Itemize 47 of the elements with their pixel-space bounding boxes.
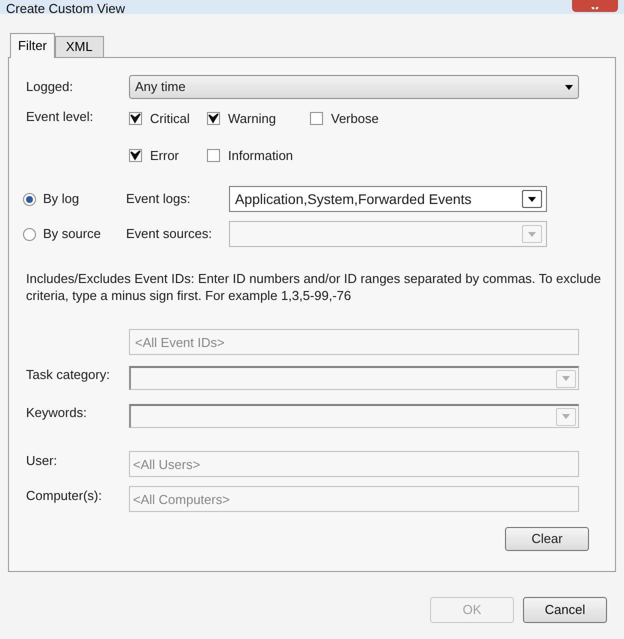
clear-button[interactable]: Clear [505, 527, 589, 551]
event-ids-description: Includes/Excludes Event IDs: Enter ID numbers and/or ID ranges separated by commas. To exclude criteria, type a minus sign first. For example 1,3,5-99,-76 [26, 270, 602, 304]
checkbox-label: Error [150, 146, 179, 164]
checkbox[interactable] [310, 112, 323, 126]
checkbox-label: Critical [150, 110, 190, 128]
checkbox-label: Verbose [331, 110, 379, 128]
caret-icon [528, 232, 536, 236]
window-title: Create Custom View [5, 1, 125, 14]
dropdown-field[interactable] [129, 366, 579, 390]
radio-button[interactable] [23, 192, 36, 206]
caret-icon [562, 414, 570, 419]
field-label: Logged: [26, 78, 74, 96]
check-icon [130, 113, 141, 124]
log-select-field[interactable]: Application,System,Forwarded Events [229, 186, 547, 212]
dialog-button[interactable]: Cancel [523, 597, 607, 623]
close-button[interactable] [572, 0, 618, 12]
checkbox[interactable] [207, 112, 220, 126]
dropdown-field[interactable] [129, 404, 579, 428]
checkbox[interactable] [207, 148, 220, 162]
field-label: User: [26, 452, 58, 470]
field-label: Event logs: [126, 190, 192, 208]
checkbox[interactable] [129, 148, 142, 162]
logged-dropdown[interactable]: Any time [129, 75, 579, 99]
field-label: Event level: [26, 108, 94, 126]
close-icon [590, 7, 600, 12]
tab[interactable]: Filter [10, 33, 55, 58]
text-field[interactable]: <All Users> [129, 451, 579, 477]
event-ids-field[interactable]: <All Event IDs> [129, 329, 579, 355]
log-select-field[interactable] [229, 221, 547, 247]
caret-icon [528, 196, 536, 202]
checkbox[interactable] [129, 112, 142, 126]
checkbox-label: Warning [228, 110, 276, 128]
caret-icon [565, 84, 573, 90]
field-label: Keywords: [26, 404, 88, 422]
dropdown-button[interactable] [522, 190, 542, 208]
check-icon [130, 150, 141, 161]
radio-label: By source [43, 225, 101, 244]
text-field[interactable]: <All Computers> [129, 486, 579, 512]
radio-button[interactable] [23, 228, 36, 240]
field-label: Task category: [26, 366, 111, 384]
check-icon [208, 113, 219, 124]
caret-icon [562, 376, 570, 381]
tab[interactable]: XML [54, 36, 104, 57]
radio-label: By log [43, 190, 80, 208]
checkbox-label: Information [228, 146, 294, 164]
field-label: Computer(s): [26, 487, 103, 505]
field-label: Event sources: [126, 225, 213, 244]
